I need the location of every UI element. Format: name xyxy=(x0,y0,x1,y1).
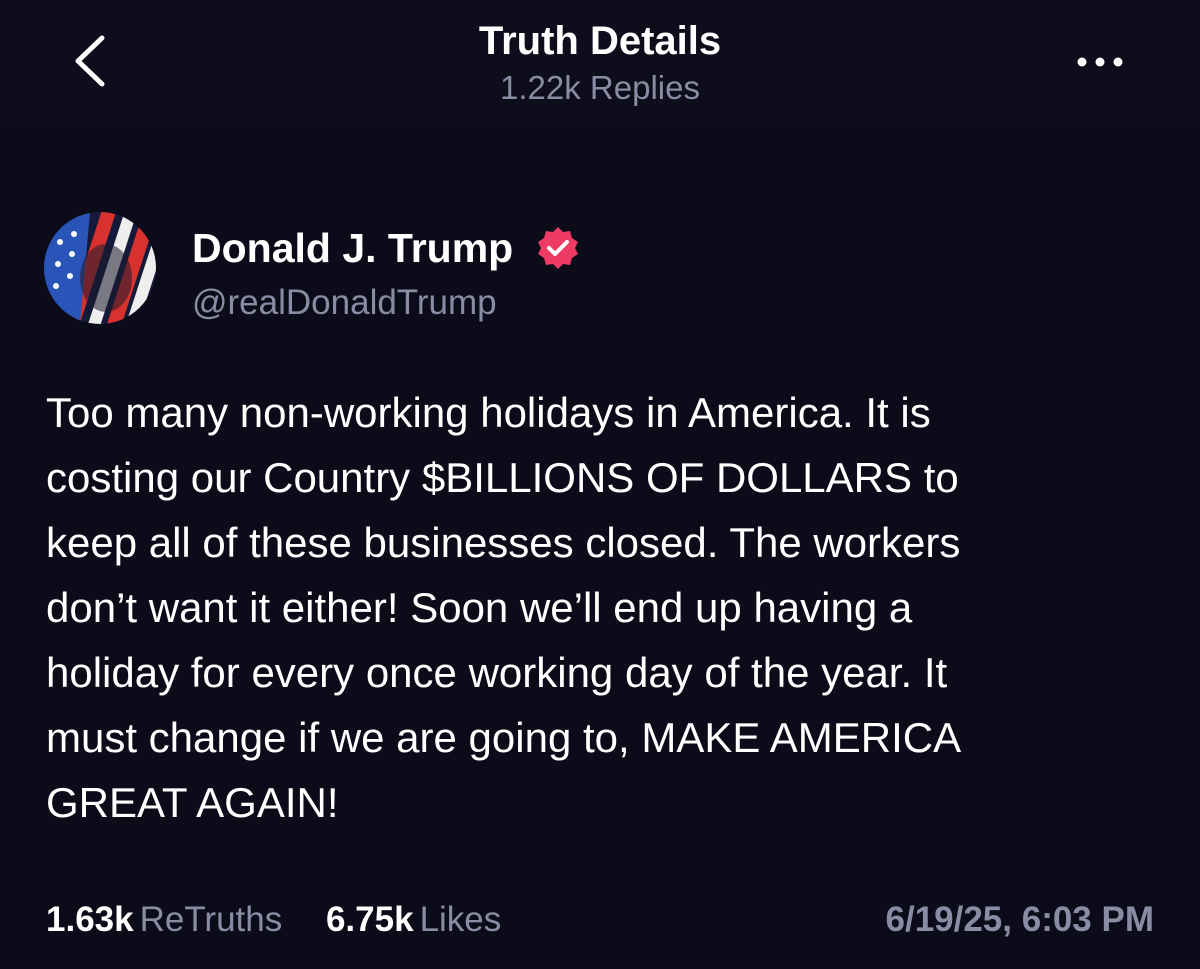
likes-label: Likes xyxy=(419,900,502,939)
post-body-line: costing our Country $BILLIONS OF DOLLARS… xyxy=(46,454,959,501)
retruths-count: 1.63k xyxy=(46,900,134,939)
post-body-line: keep all of these businesses closed. The… xyxy=(46,519,961,566)
page-title: Truth Details xyxy=(478,19,722,63)
verified-badge-icon xyxy=(534,224,582,272)
more-horizontal-icon xyxy=(1077,57,1123,67)
post-stats: 1.63k ReTruths 6.75k Likes xyxy=(46,896,535,944)
post-body-line: don’t want it either! Soon we’ll end up … xyxy=(46,584,913,631)
post-body-line: holiday for every once working day of th… xyxy=(46,649,948,696)
likes-count: 6.75k xyxy=(325,900,414,939)
post-timestamp: 6/19/25, 6:03 PM xyxy=(885,900,1155,939)
author-name[interactable]: Donald J. Trump xyxy=(192,224,513,272)
post-body-line: GREAT AGAIN! xyxy=(46,779,339,826)
post-body-line: Too many non-working holidays in America… xyxy=(46,389,931,436)
post-body: Too many non-working holidays in America… xyxy=(46,380,1176,835)
likes-stat[interactable]: 6.75k Likes xyxy=(326,896,501,944)
more-options-button[interactable] xyxy=(1068,44,1132,80)
avatar[interactable] xyxy=(44,212,156,324)
avatar-image xyxy=(44,212,156,324)
retruths-label: ReTruths xyxy=(139,900,283,939)
retruths-stat[interactable]: 1.63k ReTruths xyxy=(46,896,282,944)
top-bar: Truth Details 1.22k Replies xyxy=(0,0,1200,124)
author-handle[interactable]: @realDonaldTrump xyxy=(192,282,497,324)
post-body-line: must change if we are going to, MAKE AME… xyxy=(46,714,962,761)
replies-count[interactable]: 1.22k Replies xyxy=(0,68,1200,108)
